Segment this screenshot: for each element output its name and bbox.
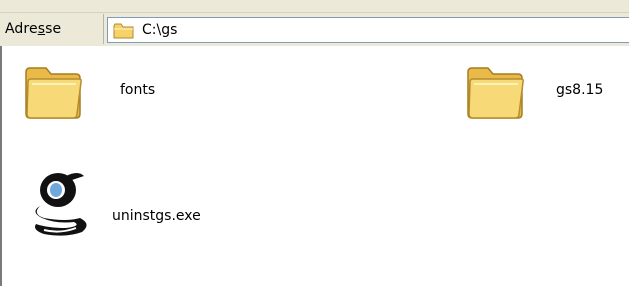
address-label: Adresse xyxy=(5,21,61,37)
file-name: uninstgs.exe xyxy=(112,208,201,224)
file-name: fonts xyxy=(120,82,156,98)
folder-icon xyxy=(25,67,82,119)
folder-icon xyxy=(113,23,134,39)
file-name: gs8.15 xyxy=(556,82,604,98)
address-path[interactable]: C:\gs xyxy=(142,22,177,38)
file-item-uninstgs-exe[interactable]: uninstgs.exe xyxy=(26,166,266,238)
address-label-text: Adresse xyxy=(5,21,62,37)
address-field[interactable]: C:\gs xyxy=(107,17,629,43)
toolbar-separator xyxy=(103,14,104,44)
file-item-gs8-15[interactable]: gs8.15 xyxy=(462,60,622,124)
file-item-fonts[interactable]: fonts xyxy=(20,60,220,124)
pane-border xyxy=(0,46,2,286)
file-list[interactable]: fonts gs8.15 uninstgs.exe xyxy=(0,46,629,286)
address-bar: Adresse C:\gs xyxy=(0,0,629,46)
ghostscript-app-icon xyxy=(35,173,87,236)
folder-icon xyxy=(467,67,524,119)
toolbar-divider xyxy=(0,12,629,13)
